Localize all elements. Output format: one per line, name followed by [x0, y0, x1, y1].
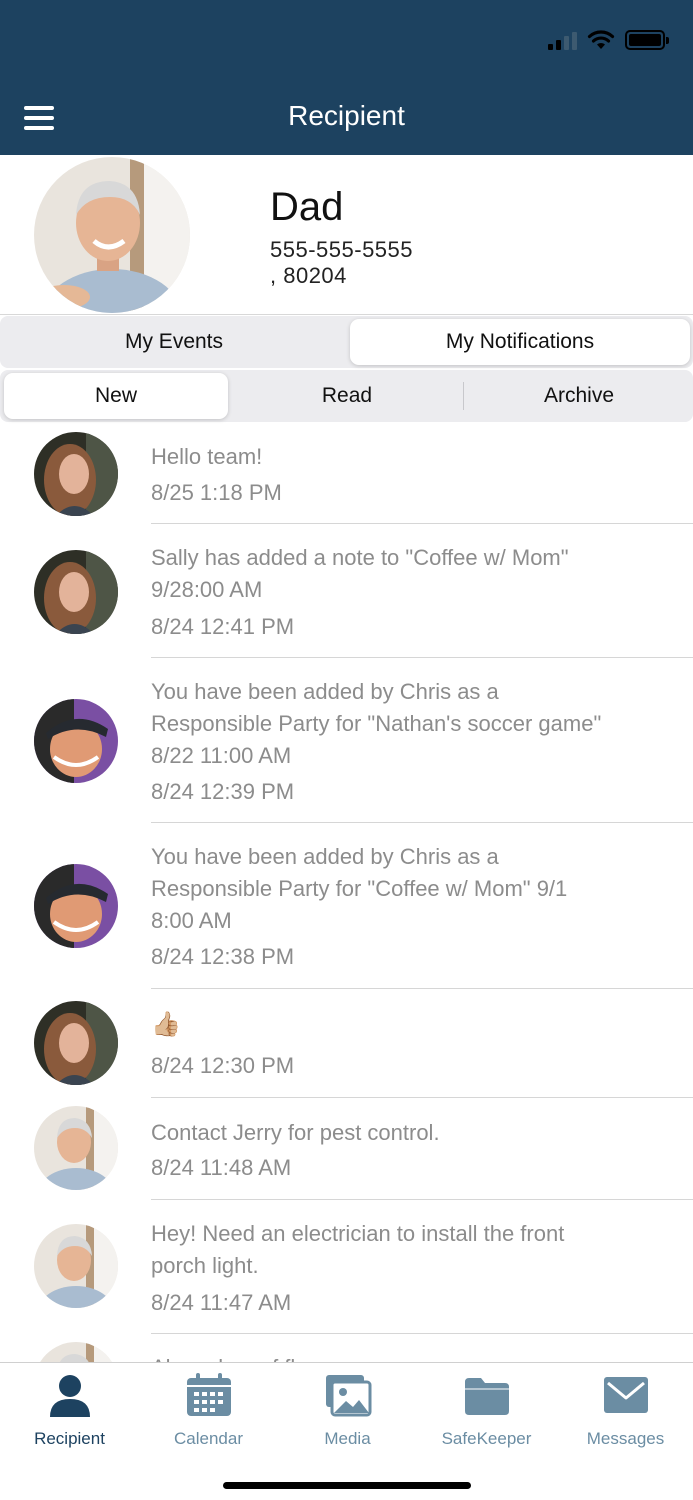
recipient-phone[interactable]: 555-555-5555	[270, 237, 413, 263]
battery-icon	[625, 30, 669, 50]
notification-time: 8/24 11:48 AM	[151, 1155, 292, 1180]
tab-media[interactable]: Media	[278, 1363, 417, 1453]
list-item[interactable]: Also a box of fl...	[0, 1334, 693, 1362]
recipient-name: Dad	[270, 185, 344, 229]
tab-label: Recipient	[34, 1429, 105, 1448]
cellular-signal-icon	[548, 30, 577, 50]
tab-my-notifications[interactable]: My Notifications	[350, 319, 690, 365]
tab-label: Calendar	[174, 1429, 243, 1448]
notification-text: You have been added by Chris as a Respon…	[151, 679, 602, 768]
notification-text: Sally has added a note to "Coffee w/ Mom…	[151, 545, 569, 602]
dad-avatar	[34, 1342, 118, 1362]
list-item[interactable]: Sally has added a note to "Coffee w/ Mom…	[0, 524, 693, 658]
notification-time: 8/24 11:47 AM	[151, 1290, 292, 1315]
tab-safekeeper[interactable]: SafeKeeper	[417, 1363, 556, 1453]
tab-recipient[interactable]: Recipient	[0, 1363, 139, 1453]
thumbs-up-emoji: 👍🏼	[151, 1011, 181, 1038]
notification-text: Hello team!	[151, 444, 263, 469]
person-icon	[49, 1375, 90, 1417]
man-cap-avatar	[34, 864, 118, 948]
notification-text: You have been added by Chris as a Respon…	[151, 844, 568, 933]
list-item[interactable]: 👍🏼 8/24 12:30 PM	[0, 989, 693, 1098]
notification-time: 8/24 12:30 PM	[151, 1053, 295, 1078]
status-bar	[548, 26, 669, 54]
tab-archive[interactable]: Archive	[465, 373, 693, 419]
list-item[interactable]: You have been added by Chris as a Respon…	[0, 823, 693, 989]
man-cap-avatar	[34, 699, 118, 783]
recipient-address: , 80204	[270, 263, 347, 288]
tab-read[interactable]: Read	[232, 373, 462, 419]
wifi-icon	[587, 30, 615, 49]
page-title: Recipient	[288, 100, 405, 131]
tab-label: Messages	[586, 1429, 665, 1448]
list-item[interactable]: Hey! Need an electrician to install the …	[0, 1200, 693, 1334]
calendar-icon	[186, 1373, 231, 1416]
bottom-tab-bar: Recipient Calendar Media SafeKeeper Mess…	[0, 1362, 693, 1500]
tab-calendar[interactable]: Calendar	[139, 1363, 278, 1453]
app-header: Recipient	[0, 0, 693, 155]
woman-avatar	[34, 550, 118, 634]
notification-text: Hey! Need an electrician to install the …	[151, 1221, 565, 1278]
tab-label: SafeKeeper	[441, 1429, 532, 1448]
dad-avatar	[34, 1224, 118, 1308]
list-item[interactable]: Contact Jerry for pest control. 8/24 11:…	[0, 1098, 693, 1200]
folder-icon	[464, 1378, 509, 1415]
tab-messages[interactable]: Messages	[556, 1363, 693, 1453]
notification-filter-segment: New Read Archive	[0, 370, 693, 422]
recipient-avatar[interactable]	[34, 157, 190, 313]
home-indicator	[223, 1482, 471, 1489]
notification-text: Also a box of fl...	[151, 1352, 673, 1362]
notification-list: Hello team! 8/25 1:18 PM Sally has added…	[0, 422, 693, 1362]
woman-avatar	[34, 1001, 118, 1085]
woman-avatar	[34, 432, 118, 516]
segment-divider	[463, 382, 464, 410]
tab-label: Media	[324, 1429, 371, 1448]
notification-time: 8/24 12:38 PM	[151, 944, 295, 969]
recipient-profile: Dad 555-555-5555 , 80204	[0, 155, 693, 315]
list-item[interactable]: Hello team! 8/25 1:18 PM	[0, 422, 693, 524]
tab-new[interactable]: New	[4, 373, 228, 419]
events-notifications-segment: My Events My Notifications	[0, 316, 693, 368]
dad-avatar	[34, 1106, 118, 1190]
envelope-icon	[603, 1377, 648, 1413]
notification-text: Contact Jerry for pest control.	[151, 1120, 440, 1145]
photos-icon	[325, 1375, 371, 1417]
notification-time: 8/24 12:39 PM	[151, 779, 295, 804]
notification-time: 8/25 1:18 PM	[151, 480, 282, 505]
list-item[interactable]: You have been added by Chris as a Respon…	[0, 658, 693, 823]
tab-my-events[interactable]: My Events	[3, 319, 345, 365]
notification-time: 8/24 12:41 PM	[151, 614, 295, 639]
